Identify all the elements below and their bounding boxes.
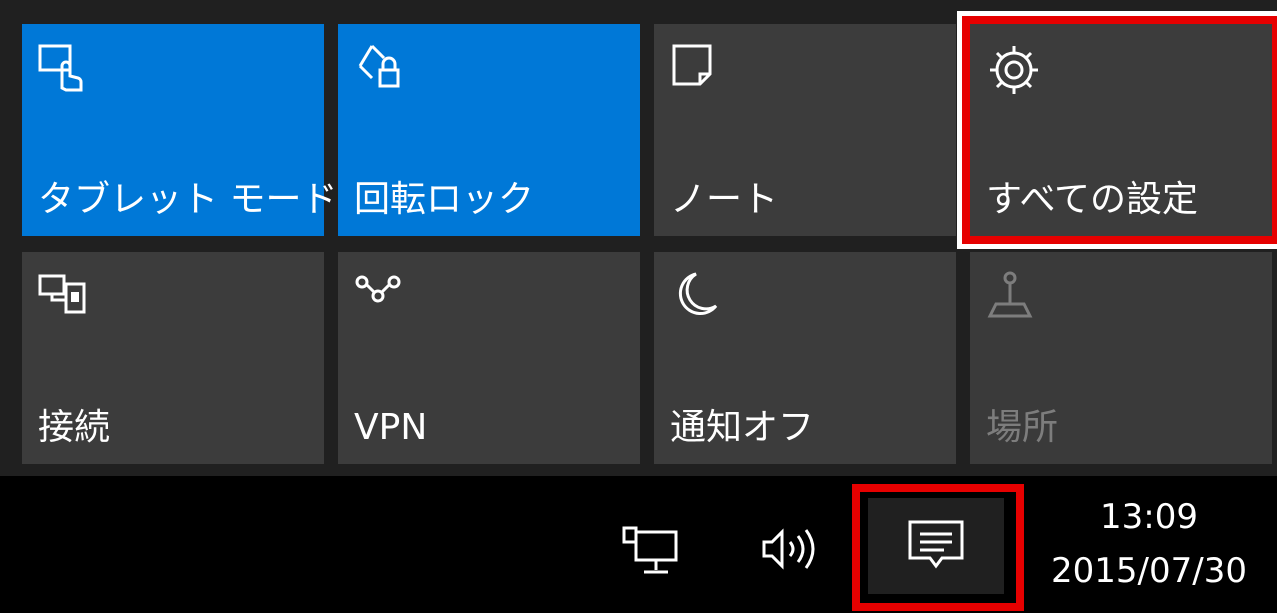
tablet-mode-icon [38, 44, 83, 92]
volume-icon[interactable] [760, 526, 820, 572]
tile-note[interactable]: ノート [654, 24, 956, 236]
moon-icon [678, 272, 718, 316]
tile-label: タブレット モード [38, 179, 338, 220]
tile-label: ノート [670, 179, 779, 220]
rotation-lock-icon [358, 44, 400, 88]
clock-time: 13:09 [1100, 497, 1198, 537]
clock-date: 2015/07/30 [1051, 551, 1247, 591]
vpn-icon [355, 275, 401, 303]
action-center-highlight [852, 484, 1024, 611]
tile-rotation-lock[interactable]: 回転ロック [338, 24, 640, 236]
connect-icon [38, 274, 86, 314]
tile-vpn[interactable]: VPN [338, 252, 640, 464]
tile-quiet-hours[interactable]: 通知オフ [654, 252, 956, 464]
tile-label: 接続 [38, 407, 111, 448]
tile-label: VPN [354, 407, 428, 448]
tile-location[interactable]: 場所 [970, 252, 1272, 464]
location-icon [987, 271, 1033, 318]
tile-tablet-mode[interactable]: タブレット モード [22, 24, 337, 236]
tile-label: 回転ロック [354, 179, 535, 220]
settings-highlight [962, 16, 1277, 244]
tile-connect[interactable]: 接続 [22, 252, 324, 464]
tile-label: 通知オフ [670, 407, 815, 448]
clock[interactable]: 13:09 2015/07/30 [1051, 490, 1247, 598]
note-icon [672, 44, 712, 86]
tile-label: 場所 [986, 407, 1059, 448]
network-icon[interactable] [622, 522, 682, 578]
